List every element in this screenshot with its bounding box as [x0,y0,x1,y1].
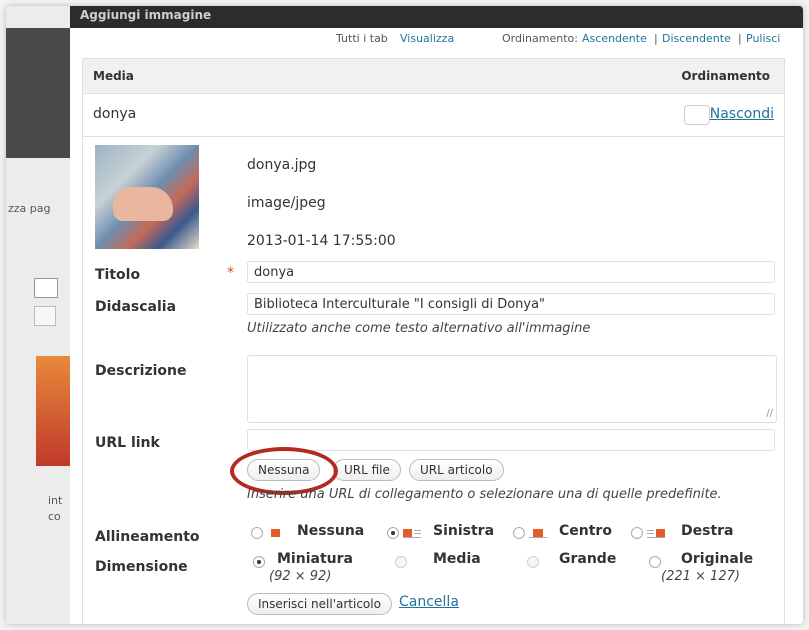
title-input[interactable] [247,261,775,283]
resize-grip-icon[interactable]: // [766,408,773,419]
align-none-label[interactable]: Nessuna [297,523,364,539]
size-thumbnail-radio[interactable] [253,556,265,568]
size-medium-label: Media [433,551,481,567]
align-right-label[interactable]: Destra [681,523,734,539]
media-thumbnail [95,145,199,249]
dialog-toolbar: Tutti i tab Visualizza Ordinamento: Asce… [70,28,803,52]
size-thumbnail-label[interactable]: Miniatura [277,551,353,567]
caption-input[interactable] [247,293,775,315]
screenshot-frame: zza pag int co Aggiungi immagine Tutti i… [6,6,803,624]
url-help-text: Inserire una URL di collegamento o selez… [247,487,722,502]
url-link-label: URL link [95,435,160,451]
show-link[interactable]: Visualizza [400,32,454,45]
column-order-header: Ordinamento [681,69,770,83]
background-text: co [48,510,61,523]
background-button [34,306,56,326]
size-large-label: Grande [559,551,617,567]
url-file-button[interactable]: URL file [333,459,401,481]
required-marker: * [227,265,234,281]
url-link-input[interactable] [247,429,775,451]
table-header: Media Ordinamento [83,59,784,94]
align-center-label[interactable]: Centro [559,523,612,539]
background-text: zza pag [8,202,51,215]
align-right-radio[interactable] [631,527,643,539]
sort-descending-link[interactable]: Discendente [662,32,731,45]
size-original-radio[interactable] [649,556,661,568]
cancel-link[interactable]: Cancella [399,594,459,610]
background-image [36,356,70,466]
size-medium-radio [395,556,407,568]
order-input[interactable] [684,105,710,125]
url-post-button[interactable]: URL articolo [409,459,504,481]
align-none-radio[interactable] [251,527,263,539]
align-center-icon [529,528,547,538]
caption-label: Didascalia [95,299,177,315]
media-mimetype: image/jpeg [247,195,326,211]
align-none-icon [267,528,285,538]
media-dialog: Tutti i tab Visualizza Ordinamento: Asce… [70,28,803,624]
description-textarea[interactable]: // [247,355,777,423]
title-label: Titolo [95,267,141,283]
tabs-label: Tutti i tab [336,32,388,45]
align-left-label[interactable]: Sinistra [433,523,494,539]
clean-link[interactable]: Pulisci [746,32,780,45]
separator: | [654,32,658,45]
sort-ascending-link[interactable]: Ascendente [582,32,647,45]
media-item-name: donya [93,106,137,122]
background-dropdown [34,278,58,298]
media-upload-date: 2013-01-14 17:55:00 [247,233,396,249]
size-original-dims: (221 × 127) [661,569,740,584]
size-large-radio [527,556,539,568]
insert-into-post-button[interactable]: Inserisci nell'articolo [247,593,392,615]
admin-panel-block [6,28,70,158]
align-left-radio[interactable] [387,527,399,539]
media-table: Media Ordinamento donya Nascondi donya.j… [82,58,785,624]
background-text: int [48,494,63,507]
thumbnail-hand-shape [113,187,173,221]
align-left-icon [403,528,421,538]
size-thumbnail-dims: (92 × 92) [269,569,332,584]
size-label: Dimensione [95,559,188,575]
dialog-titlebar: Aggiungi immagine [70,6,803,28]
sort-label: Ordinamento: [502,32,578,45]
size-original-label[interactable]: Originale [681,551,753,567]
admin-background: zza pag int co [6,6,71,624]
column-media-header: Media [93,69,134,83]
align-right-icon [647,528,665,538]
hide-link[interactable]: Nascondi [710,106,774,122]
caption-help-text: Utilizzato anche come testo alternativo … [247,321,591,336]
media-item-row[interactable]: donya Nascondi [83,94,784,137]
description-label: Descrizione [95,363,187,379]
separator: | [738,32,742,45]
alignment-label: Allineamento [95,529,200,545]
align-center-radio[interactable] [513,527,525,539]
dialog-title: Aggiungi immagine [80,8,212,22]
media-filename: donya.jpg [247,157,317,173]
